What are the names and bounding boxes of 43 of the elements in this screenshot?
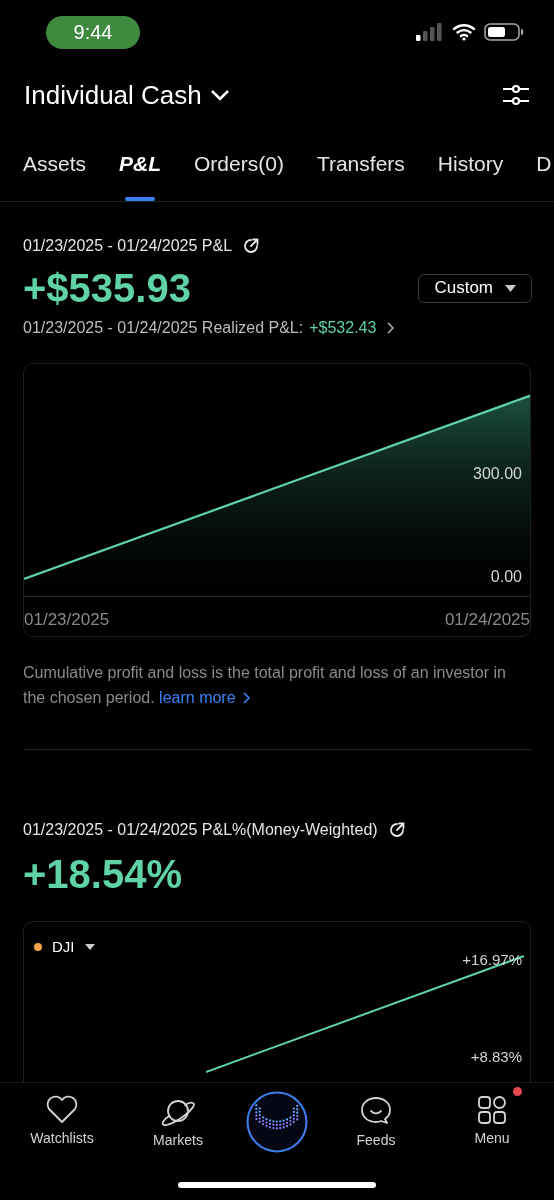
tab[interactable]: Transfers <box>316 126 405 201</box>
tab[interactable]: D <box>536 126 552 201</box>
nav-item[interactable]: Menu <box>444 1089 540 1149</box>
chat-icon <box>359 1095 393 1127</box>
learn-more-link[interactable]: learn more <box>159 685 251 710</box>
caret-icon <box>84 944 95 951</box>
axis-label: 300.00 <box>473 464 522 484</box>
axis-label: 01/23/2025 <box>24 609 111 631</box>
period-dropdown[interactable]: Custom <box>418 273 532 303</box>
axis-label: +8.83% <box>470 1047 522 1067</box>
chevron-right-icon <box>241 690 251 705</box>
section-title: 01/23/2025 - 01/24/2025 P&L%(Money-Weighted) <box>23 820 378 840</box>
grid-icon <box>477 1095 507 1125</box>
caret-icon <box>505 284 516 292</box>
settings-icon[interactable] <box>502 83 530 107</box>
battery-icon <box>484 22 524 42</box>
description: Cumulative profit and loss is the total profit and loss of an investor in the chosen period. learn more <box>23 660 531 710</box>
signal-icon <box>416 22 444 42</box>
nav-item[interactable]: Markets <box>130 1089 226 1151</box>
section-title: 01/23/2025 - 01/24/2025 P&L <box>23 236 233 256</box>
axis-label: 01/24/2025 <box>443 609 530 631</box>
heart-icon <box>45 1095 79 1125</box>
benchmark-selector[interactable]: DJI <box>34 936 95 959</box>
assistant-button[interactable] <box>246 1091 308 1153</box>
percent-value: +18.54% <box>23 851 184 898</box>
tab[interactable]: Assets <box>23 126 87 201</box>
realized-label: 01/23/2025 - 01/24/2025 Realized P&L: <box>23 318 304 338</box>
share-icon[interactable] <box>242 237 261 255</box>
account-selector[interactable]: Individual Cash <box>24 75 230 115</box>
chevron-right-icon[interactable] <box>386 321 397 335</box>
tab-indicator <box>125 197 156 201</box>
nav-item[interactable]: Watchlists <box>14 1089 110 1149</box>
status-time: 9:44 <box>46 15 140 49</box>
pnl-value: +$535.93 <box>23 265 191 312</box>
realized-value: +$532.43 <box>309 318 377 338</box>
nav-item[interactable]: Feeds <box>328 1089 424 1151</box>
axis-label: 0.00 <box>490 567 522 587</box>
tab[interactable]: Orders(0) <box>194 126 284 201</box>
wifi-icon <box>452 23 476 41</box>
tab[interactable]: History <box>437 126 504 201</box>
chevron-down-icon <box>209 88 230 102</box>
tab[interactable]: P&L <box>119 126 162 201</box>
share-icon[interactable] <box>387 821 406 839</box>
